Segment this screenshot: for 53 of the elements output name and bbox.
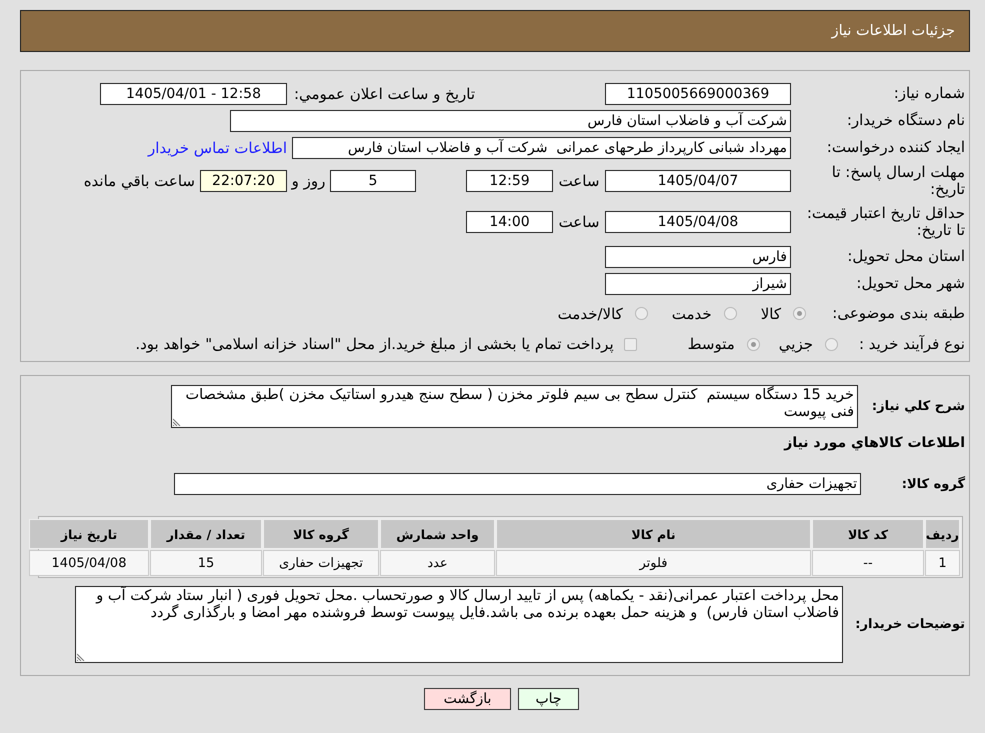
- requester-field[interactable]: مهرداد شبانی کارپرداز طرحهای عمرانی شرکت آب و فاضلاب استان فارس: [292, 136, 791, 158]
- deadline-date-field[interactable]: 1405/04/07: [605, 170, 791, 192]
- table-cell: 1: [925, 550, 960, 576]
- field-label: نام دستگاه خریدار:: [846, 112, 965, 129]
- goods-group-field[interactable]: تجهیزات حفاری: [174, 473, 861, 495]
- province-field[interactable]: فارس: [605, 246, 791, 268]
- print-button[interactable]: چاپ: [518, 688, 579, 710]
- field-label: حداقل تاریخ اعتبار قیمت: تا تاریخ:: [806, 205, 965, 239]
- table-cell: 1405/04/08: [29, 550, 149, 576]
- description-field[interactable]: خرید 15 دستگاه سیستم کنترل سطح بی سیم فلوتر مخزن ( سطح سنج هیدرو استاتیک مخزن )طبق مشخصات فنی پیوست: [171, 385, 858, 428]
- field-label: تاریخ و ساعت اعلان عمومي:: [292, 84, 475, 102]
- contact-info-link[interactable]: اطلاعات تماس خریدار: [148, 138, 287, 156]
- field-label: توضیحات خریدار:: [854, 617, 965, 632]
- table-cell: عدد: [380, 550, 495, 576]
- table-cell: 15: [150, 550, 262, 576]
- buyer-org-field[interactable]: شرکت آب و فاضلاب استان فارس: [230, 110, 791, 132]
- notes-field[interactable]: محل پرداخت اعتبار عمرانی(نقد - یکماهه) پس از تایید ارسال کالا و صورتحساب .محل تحویل فوری ( انبار ستاد شرکت آب و فاضلاب استان فارس) و هزینه حمل بعهده برنده می باشد.فایل پیوست توسط فروشنده مهر امضا و بارگذاری گردد: [75, 586, 843, 663]
- field-label: مهلت ارسال پاسخ: تا تاریخ:: [830, 164, 965, 198]
- field-label: شرح کلي نیاز:: [870, 399, 965, 414]
- field-label: استان محل تحویل:: [846, 248, 965, 265]
- field-label: شهر محل تحویل:: [855, 275, 965, 292]
- resize-grip-icon[interactable]: [173, 418, 181, 426]
- validity-date-field[interactable]: 1405/04/08: [605, 211, 791, 233]
- remaining-label: ساعت باقي مانده: [84, 172, 195, 190]
- table-cell: تجهیزات حفاری: [263, 550, 379, 576]
- column-header: گروه کالا: [263, 519, 379, 549]
- need-number-field[interactable]: 1105005669000369: [605, 82, 791, 104]
- field-label: شماره نیاز:: [892, 85, 965, 102]
- resize-grip-icon[interactable]: [77, 653, 85, 661]
- field-label: نوع فرآیند خرید :: [858, 336, 965, 352]
- column-header: واحد شمارش: [380, 519, 495, 549]
- field-label: گروه کالا:: [900, 476, 965, 492]
- city-field[interactable]: شیراز: [605, 272, 791, 294]
- remaining-time-field[interactable]: 22:07:20: [200, 170, 287, 192]
- page-title: جزئیات اطلاعات نیاز: [832, 23, 955, 39]
- section-heading: اطلاعات کالاهاي مورد نیاز: [784, 434, 965, 452]
- field-label: ایجاد کننده درخواست:: [826, 139, 965, 156]
- column-header: ردیف: [925, 519, 960, 549]
- field-label: طبقه بندی موضوعی:: [831, 305, 965, 322]
- validity-time-field[interactable]: 14:00: [466, 211, 553, 233]
- table-cell: --: [812, 550, 924, 576]
- time-label: ساعت: [558, 213, 600, 231]
- time-label: ساعت: [558, 172, 600, 190]
- table-cell: فلوتر: [496, 550, 811, 576]
- column-header: تعداد / مقدار: [150, 519, 262, 549]
- column-header: نام کالا: [496, 519, 811, 549]
- days-label: روز و: [290, 172, 326, 190]
- announce-datetime-field[interactable]: 1405/04/01 - 12:58: [100, 82, 287, 104]
- column-header: کد کالا: [812, 519, 924, 549]
- back-button[interactable]: بازگشت: [424, 688, 511, 710]
- deadline-time-field[interactable]: 12:59: [466, 170, 553, 192]
- column-header: تاریخ نیاز: [29, 519, 149, 549]
- days-field[interactable]: 5: [330, 170, 416, 192]
